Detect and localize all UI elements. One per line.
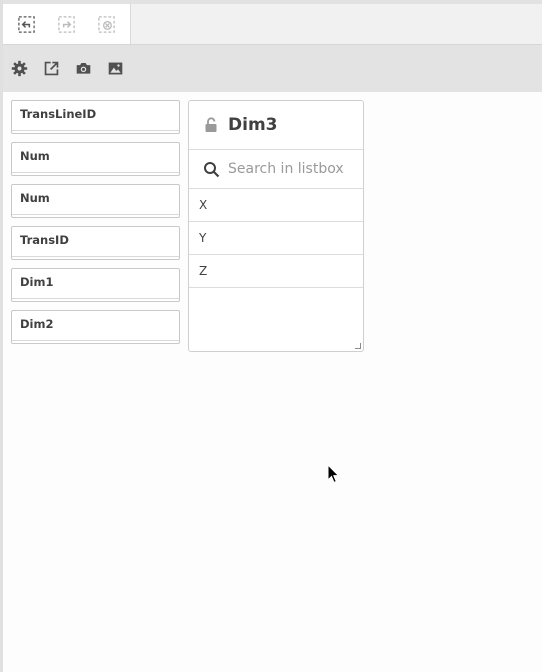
search-icon: [204, 161, 220, 177]
unlock-icon[interactable]: [204, 117, 219, 133]
image-icon: [108, 62, 122, 75]
clear-selections-button[interactable]: [96, 14, 117, 35]
listbox-item[interactable]: Y: [189, 222, 363, 255]
snapshot-button[interactable]: [74, 60, 92, 78]
step-forward-icon: [58, 15, 75, 33]
resize-handle[interactable]: [355, 343, 361, 349]
open-external-button[interactable]: [42, 60, 60, 78]
field-item[interactable]: Num: [11, 142, 180, 176]
field-item[interactable]: Dim1: [11, 268, 180, 302]
listbox: Dim3 X Y Z: [188, 100, 364, 352]
external-link-icon: [44, 61, 58, 76]
mouse-cursor-icon: [327, 464, 340, 484]
field-item[interactable]: Num: [11, 184, 180, 218]
field-item[interactable]: Dim2: [11, 310, 180, 344]
clear-selections-icon: [98, 15, 115, 33]
field-label: TransID: [20, 233, 69, 247]
field-item[interactable]: TransLineID: [11, 100, 180, 134]
field-label: Num: [20, 191, 50, 205]
field-label: Dim2: [20, 317, 54, 331]
step-forward-button[interactable]: [56, 14, 77, 35]
camera-icon: [76, 62, 90, 74]
field-item[interactable]: TransID: [11, 226, 180, 260]
gear-icon: [11, 60, 27, 77]
selection-actions: [3, 4, 131, 44]
field-label: TransLineID: [20, 107, 97, 121]
field-list: TransLineID Num Num TransID Dim1 Dim2: [11, 100, 180, 352]
listbox-item[interactable]: Z: [189, 255, 363, 288]
listbox-title: Dim3: [228, 115, 278, 135]
export-image-button[interactable]: [106, 60, 124, 78]
settings-button[interactable]: [10, 60, 28, 78]
listbox-search: [189, 150, 363, 189]
listbox-search-input[interactable]: [228, 161, 363, 177]
selection-toolbar: [3, 0, 542, 45]
step-back-icon: [18, 15, 35, 33]
step-back-button[interactable]: [16, 14, 37, 35]
field-label: Num: [20, 149, 50, 163]
field-label: Dim1: [20, 275, 54, 289]
listbox-item[interactable]: X: [189, 189, 363, 222]
listbox-header: Dim3: [189, 101, 363, 150]
tool-row: [3, 45, 542, 92]
